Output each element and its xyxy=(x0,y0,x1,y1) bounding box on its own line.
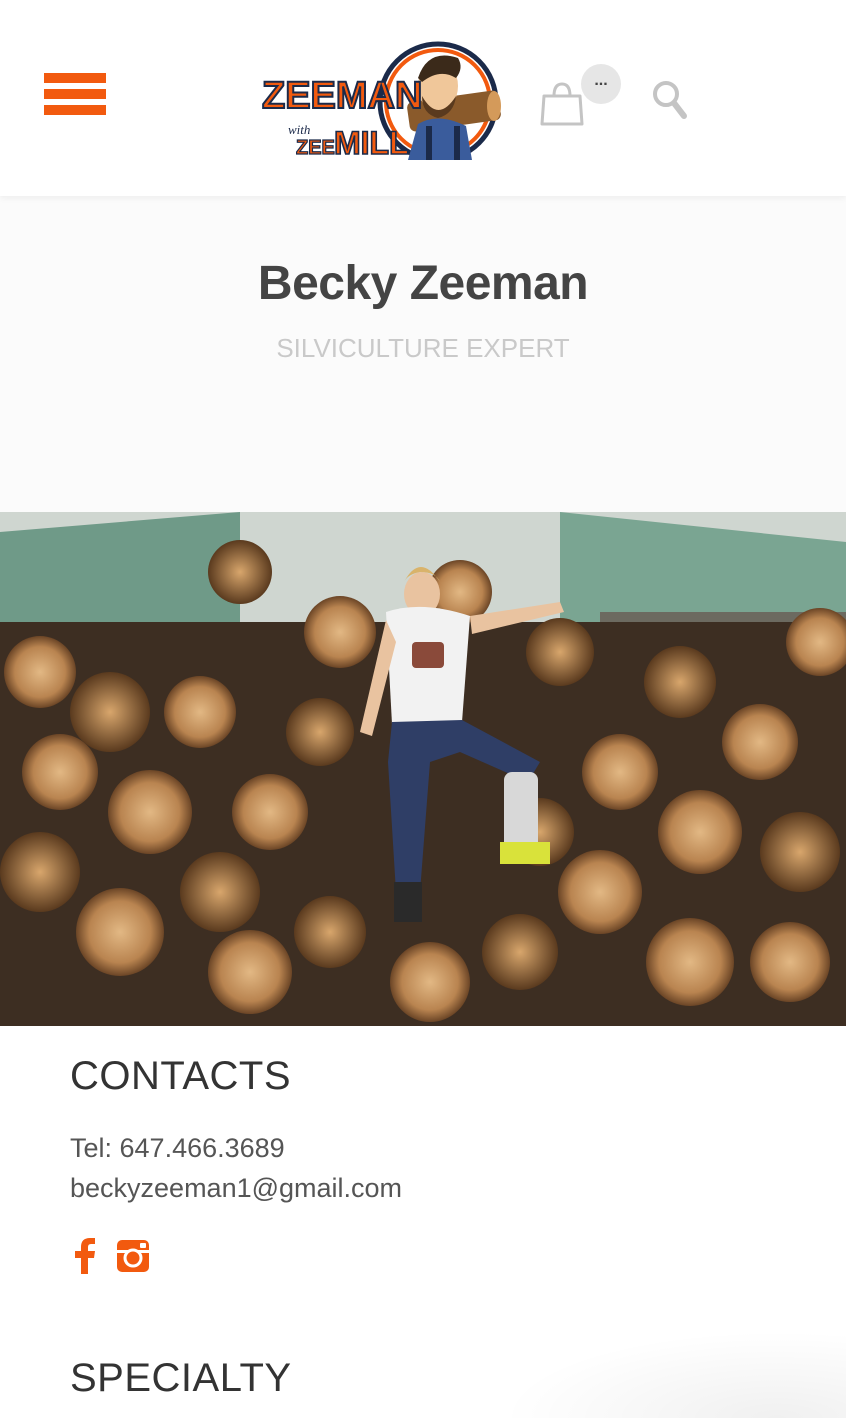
contact-phone[interactable]: Tel: 647.466.3689 xyxy=(70,1133,285,1164)
site-header: ZEEMAN with ZEE MILL ... xyxy=(0,0,846,196)
logo-text-with: with xyxy=(288,122,310,137)
facebook-icon[interactable] xyxy=(74,1238,96,1274)
profile-name: Becky Zeeman xyxy=(257,257,589,310)
instagram-icon[interactable] xyxy=(116,1238,150,1274)
contact-email[interactable]: beckyzeeman1@gmail.com xyxy=(70,1173,402,1204)
profile-role: SILVICULTURE EXPERT xyxy=(276,333,570,363)
site-logo[interactable]: ZEEMAN with ZEE MILL xyxy=(258,38,502,160)
hamburger-bar xyxy=(44,105,106,115)
bottom-shadow xyxy=(500,1330,846,1418)
profile-title-section: Becky Zeeman SILVICULTURE EXPERT xyxy=(0,196,846,512)
logo-text-zee: ZEE xyxy=(296,137,335,159)
logo-text-zeeman: ZEEMAN xyxy=(262,75,422,117)
hamburger-bar xyxy=(44,73,106,83)
contacts-heading: CONTACTS xyxy=(70,1054,292,1098)
specialty-heading: SPECIALTY xyxy=(70,1356,292,1400)
shopping-bag-icon[interactable] xyxy=(538,80,586,126)
profile-photo xyxy=(0,512,846,1026)
hamburger-menu-button[interactable] xyxy=(44,73,106,123)
search-icon[interactable] xyxy=(650,78,690,122)
logo-text-mill: MILL xyxy=(334,125,409,160)
cart-count-badge[interactable]: ... xyxy=(581,64,621,104)
hamburger-bar xyxy=(44,89,106,99)
